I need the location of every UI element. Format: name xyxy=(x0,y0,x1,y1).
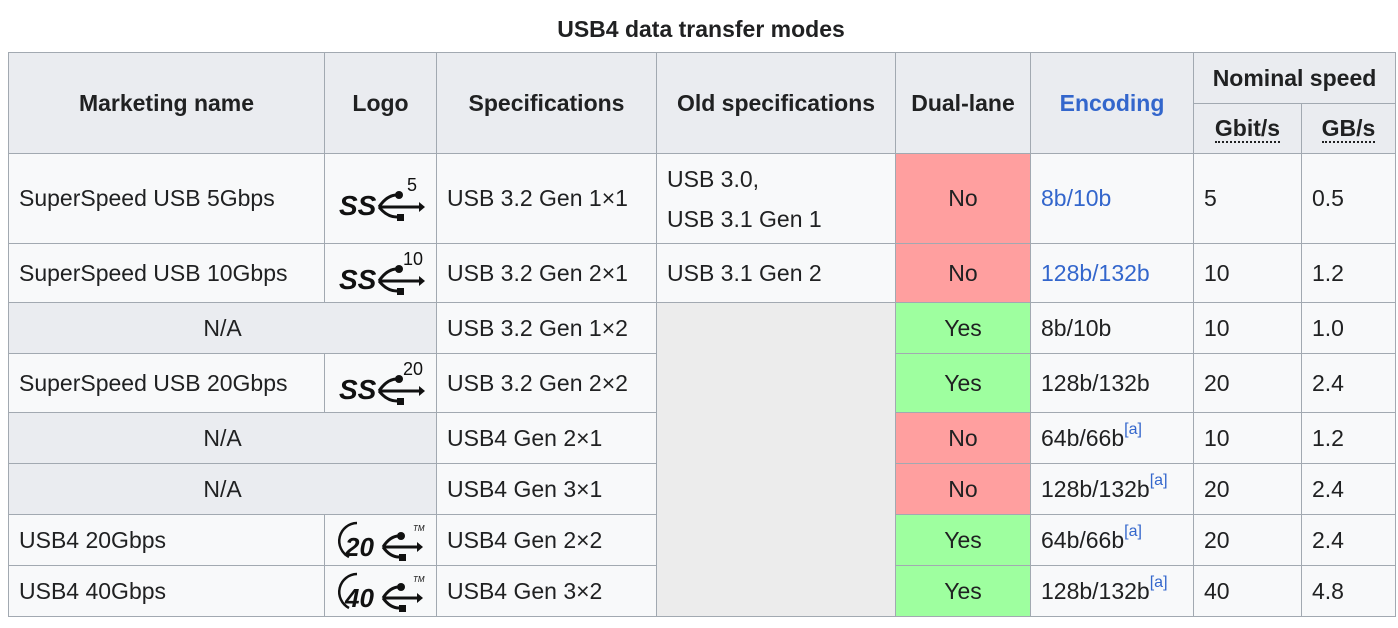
header-encoding-link[interactable]: Encoding xyxy=(1030,52,1194,154)
encoding-cell: 128b/132b[a] xyxy=(1030,565,1194,617)
specification-cell: USB4 Gen 3×2 xyxy=(436,565,657,617)
marketing-name-na: N/A xyxy=(8,463,437,515)
svg-text:SS: SS xyxy=(339,374,377,405)
gbytes-cell: 2.4 xyxy=(1301,463,1396,515)
gbytes-cell: 1.0 xyxy=(1301,302,1396,354)
encoding-link[interactable]: 128b/132b xyxy=(1041,260,1150,286)
usb4-modes-table: Marketing name Logo Specifications Old s… xyxy=(8,52,1396,617)
encoding-cell: 128b/132b xyxy=(1030,353,1194,413)
svg-text:TM: TM xyxy=(413,575,425,584)
old-spec-line: USB 3.1 Gen 1 xyxy=(667,205,822,232)
encoding-cell: 64b/66b[a] xyxy=(1030,514,1194,566)
table-row: N/A USB 3.2 Gen 1×2 Yes 8b/10b 10 1.0 xyxy=(8,302,1396,617)
table-row: SuperSpeed USB 5Gbps SS 5 USB 3.2 Gen 1×1… xyxy=(8,153,1396,244)
dual-lane-yes: Yes xyxy=(895,353,1031,413)
header-gbits: Gbit/s xyxy=(1193,103,1302,154)
marketing-name-cell: SuperSpeed USB 20Gbps xyxy=(8,353,325,413)
encoding-cell: 64b/66b[a] xyxy=(1030,412,1194,464)
dual-lane-no: No xyxy=(895,243,1031,303)
header-old-specifications: Old specifications xyxy=(656,52,896,154)
gbits-cell: 10 xyxy=(1193,412,1302,464)
footnote-a-link[interactable]: [a] xyxy=(1124,421,1142,438)
encoding-cell: 128b/132b[a] xyxy=(1030,463,1194,515)
header-logo: Logo xyxy=(324,52,437,154)
svg-text:SS: SS xyxy=(339,264,377,295)
svg-text:5: 5 xyxy=(407,175,417,195)
encoding-link[interactable]: 8b/10b xyxy=(1041,185,1111,211)
dual-lane-yes: Yes xyxy=(895,565,1031,617)
marketing-name-cell: SuperSpeed USB 5Gbps xyxy=(8,153,325,244)
header-row: Marketing name Logo Specifications Old s… xyxy=(8,52,1396,154)
superspeed-10-logo-icon: SS 10 xyxy=(324,243,437,303)
encoding-text: 128b/132b xyxy=(1041,577,1150,604)
encoding-cell: 8b/10b xyxy=(1030,302,1194,354)
encoding-cell[interactable]: 128b/132b xyxy=(1030,243,1194,303)
header-nominal-speed: Nominal speed xyxy=(1193,52,1396,104)
dual-lane-no: No xyxy=(895,463,1031,515)
gbytes-cell: 4.8 xyxy=(1301,565,1396,617)
svg-text:40: 40 xyxy=(344,583,374,613)
dual-lane-no: No xyxy=(895,153,1031,244)
marketing-name-na: N/A xyxy=(8,412,437,464)
encoding-link[interactable]: Encoding xyxy=(1060,90,1165,116)
gbytes-cell: 2.4 xyxy=(1301,514,1396,566)
marketing-name-cell: USB4 20Gbps xyxy=(8,514,325,566)
gbits-cell: 20 xyxy=(1193,353,1302,413)
gbits-cell: 40 xyxy=(1193,565,1302,617)
old-specification-empty xyxy=(656,302,896,617)
specification-cell: USB4 Gen 2×2 xyxy=(436,514,657,566)
svg-text:TM: TM xyxy=(413,524,425,533)
gbits-cell: 20 xyxy=(1193,514,1302,566)
gbits-abbr[interactable]: Gbit/s xyxy=(1214,115,1281,143)
specification-cell: USB4 Gen 3×1 xyxy=(436,463,657,515)
dual-lane-yes: Yes xyxy=(895,514,1031,566)
svg-text:20: 20 xyxy=(403,359,423,379)
dual-lane-no: No xyxy=(895,412,1031,464)
dual-lane-yes: Yes xyxy=(895,302,1031,354)
gbytes-cell: 1.2 xyxy=(1301,412,1396,464)
gbytes-cell: 0.5 xyxy=(1301,153,1396,244)
superspeed-5-logo-icon: SS 5 xyxy=(324,153,437,244)
old-specification-cell: USB 3.0, USB 3.1 Gen 1 xyxy=(656,153,896,244)
gbytes-abbr[interactable]: GB/s xyxy=(1321,115,1376,143)
encoding-text: 64b/66b xyxy=(1041,424,1125,451)
footnote-a-link[interactable]: [a] xyxy=(1150,472,1168,489)
specification-cell: USB 3.2 Gen 2×2 xyxy=(436,353,657,413)
gbits-cell: 10 xyxy=(1193,243,1302,303)
encoding-text: 64b/66b xyxy=(1041,526,1125,553)
gbits-cell: 20 xyxy=(1193,463,1302,515)
header-marketing-name: Marketing name xyxy=(8,52,325,154)
gbytes-cell: 1.2 xyxy=(1301,243,1396,303)
superspeed-20-logo-icon: SS 20 xyxy=(324,353,437,413)
svg-text:10: 10 xyxy=(403,249,423,269)
gbits-cell: 10 xyxy=(1193,302,1302,354)
old-specification-cell: USB 3.1 Gen 2 xyxy=(656,243,896,303)
svg-text:SS: SS xyxy=(339,190,377,221)
specification-cell: USB 3.2 Gen 1×2 xyxy=(436,302,657,354)
specification-cell: USB 3.2 Gen 1×1 xyxy=(436,153,657,244)
usb4-20-logo-icon: 20 TM xyxy=(324,514,437,566)
specification-cell: USB4 Gen 2×1 xyxy=(436,412,657,464)
encoding-text: 128b/132b xyxy=(1041,475,1150,502)
footnote-a-link[interactable]: [a] xyxy=(1150,574,1168,591)
svg-text:20: 20 xyxy=(344,532,374,562)
footnote-a-link[interactable]: [a] xyxy=(1124,523,1142,540)
table-caption: USB4 data transfer modes xyxy=(557,16,845,42)
header-specifications: Specifications xyxy=(436,52,657,154)
header-dual-lane: Dual-lane xyxy=(895,52,1031,154)
gbits-cell: 5 xyxy=(1193,153,1302,244)
gbytes-cell: 2.4 xyxy=(1301,353,1396,413)
encoding-cell[interactable]: 8b/10b xyxy=(1030,153,1194,244)
specification-cell: USB 3.2 Gen 2×1 xyxy=(436,243,657,303)
header-gbytes: GB/s xyxy=(1301,103,1396,154)
marketing-name-cell: SuperSpeed USB 10Gbps xyxy=(8,243,325,303)
old-spec-line: USB 3.0, xyxy=(667,165,760,192)
marketing-name-na: N/A xyxy=(8,302,437,354)
usb4-40-logo-icon: 40 TM xyxy=(324,565,437,617)
marketing-name-cell: USB4 40Gbps xyxy=(8,565,325,617)
table-row: SuperSpeed USB 10Gbps SS 10 USB 3.2 Gen 2… xyxy=(8,243,1396,303)
